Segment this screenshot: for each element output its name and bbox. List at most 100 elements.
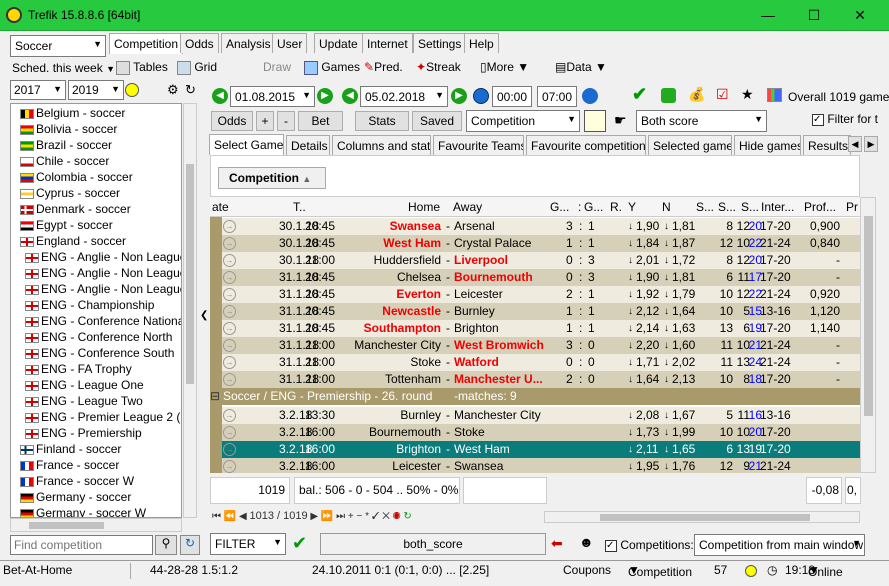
column-header[interactable]: T.. <box>293 200 306 214</box>
subtab-1[interactable]: Details <box>286 135 330 155</box>
stats-button[interactable]: Stats <box>355 111 409 131</box>
sched-select[interactable]: Sched. this week ▼ <box>12 61 115 75</box>
nav-add-icon[interactable]: + <box>348 511 354 522</box>
clock2-icon[interactable] <box>582 88 598 104</box>
tree-scrollbar[interactable] <box>183 103 197 518</box>
table-row[interactable]: → 3.2.18 13:30 Burnley - Manchester City ↓ 2,08… <box>222 407 860 424</box>
subtab-3[interactable]: Favourite Teams <box>433 135 524 155</box>
ball-icon[interactable] <box>125 83 139 97</box>
table-row[interactable]: → 31.1.18 21:00 Tottenham - Manchester U... 2:… <box>222 371 860 388</box>
table-icon[interactable] <box>584 110 606 132</box>
tree-item[interactable]: Chile - soccer <box>20 153 109 169</box>
bag-icon[interactable]: 💰 <box>688 86 705 103</box>
table-row[interactable]: → 3.2.18 16:00 Brighton - West Ham ↓ 2,11 ↓ 1,65 6… <box>222 441 860 458</box>
table-row[interactable]: → 31.1.18 20:45 Southampton - Brighton 1:1 ↓ 2,1… <box>222 320 860 337</box>
user-icon[interactable]: ☻ <box>579 534 594 550</box>
table-row[interactable]: → 31.1.18 20:45 Everton - Leicester 2:1 ↓ 1,92 ↓ 1… <box>222 286 860 303</box>
saved-button[interactable]: Saved <box>412 111 462 131</box>
subtab-0[interactable]: Select Games <box>209 134 284 155</box>
table-row[interactable]: → 31.1.18 21:00 Manchester City - West Bromwi… <box>222 337 860 354</box>
date-from-next-icon[interactable]: ▶ <box>317 88 333 104</box>
confirm-icon[interactable]: ✔ <box>632 84 647 105</box>
filter-checkbox[interactable]: ✓ Filter for t <box>812 112 878 126</box>
streak-button[interactable]: ✦Streak <box>416 59 461 75</box>
filter-apply-icon[interactable]: ✔ <box>292 533 307 554</box>
table-row[interactable]: → 30.1.18 21:00 Huddersfield - Liverpool 0:3 ↓ 2… <box>222 252 860 269</box>
tree-item[interactable]: Belgium - soccer <box>20 105 125 121</box>
column-header[interactable]: N <box>662 200 671 214</box>
bet-button[interactable]: Bet <box>298 111 343 131</box>
tree-item[interactable]: Colombia - soccer <box>20 169 133 185</box>
tree-item[interactable]: Denmark - soccer <box>20 201 131 217</box>
column-header[interactable]: G... <box>550 200 569 214</box>
plus-button[interactable]: + <box>256 111 274 131</box>
competition-source-select[interactable]: Competition from main window ▼ <box>694 534 865 556</box>
nav-first-icon[interactable]: ⏮ <box>212 511 221 522</box>
close-button[interactable]: ✕ <box>837 0 883 30</box>
column-header[interactable]: Y <box>628 200 636 214</box>
nav-reload-icon[interactable]: ↻ <box>403 511 411 522</box>
competitions-checkbox[interactable]: ✓ Competitions: <box>605 538 694 552</box>
nav-prev-icon[interactable]: ◀ <box>239 511 247 522</box>
tree-item[interactable]: ENG - FA Trophy <box>25 361 132 377</box>
column-header[interactable]: S... <box>696 200 714 214</box>
table-row[interactable]: → 31.1.18 20:45 Chelsea - Bournemouth 0:3 ↓ 1,90… <box>222 269 860 286</box>
tree-item[interactable]: France - soccer <box>20 457 119 473</box>
table-row[interactable]: → 31.1.18 20:45 Newcastle - Burnley 1:1 ↓ 2,12 ↓ 1… <box>222 303 860 320</box>
tree-item[interactable]: ENG - Conference North <box>25 329 172 345</box>
data-button[interactable]: ▤Data ▼ <box>555 59 607 75</box>
competition-select[interactable]: Competition ▼ <box>466 110 580 132</box>
tree-item[interactable]: France - soccer W <box>20 473 134 489</box>
date-from-input[interactable]: 01.08.2015 ▼ <box>230 86 315 107</box>
table-row[interactable]: → 3.2.18 16:00 Leicester - Swansea ↓ 1,95 ↓ 1,76 1… <box>222 458 860 473</box>
tree-item[interactable]: ENG - Premier League 2 (Div <box>25 409 181 425</box>
group-row[interactable]: ⊟ Soccer / ENG - Premiership - 26. round -… <box>210 388 860 405</box>
tabs-right-icon[interactable]: ▶ <box>864 136 878 152</box>
subtab-6[interactable]: Hide games <box>734 135 801 155</box>
grid-button[interactable]: Grid <box>177 59 217 75</box>
column-header[interactable]: R. <box>610 200 622 214</box>
nav-refresh-icon[interactable]: ◉ <box>393 511 401 522</box>
reset-icon[interactable]: ↻ <box>180 535 200 555</box>
refresh-icon[interactable]: ↻ <box>185 82 196 98</box>
tree-item[interactable]: ENG - Anglie - Non League P <box>25 265 181 281</box>
column-header[interactable]: G... <box>584 200 603 214</box>
date-to-input[interactable]: 05.02.2018 ▼ <box>360 86 448 107</box>
tree-item[interactable]: Finland - soccer <box>20 441 121 457</box>
minimize-button[interactable]: — <box>745 0 791 30</box>
date-from-prev-icon[interactable]: ◀ <box>212 88 228 104</box>
tables-button[interactable]: Tables <box>116 59 168 75</box>
pred-button[interactable]: ✎Pred. <box>364 59 403 75</box>
nav-next-icon[interactable]: ▶ <box>310 511 318 522</box>
table-row[interactable]: → 31.1.18 21:00 Stoke - Watford 0:0 ↓ 1,71 ↓ 2,02 1… <box>222 354 860 371</box>
arrow-left-icon[interactable]: ⬅ <box>551 535 563 552</box>
nav-cancel-icon[interactable]: ✕ <box>382 511 390 522</box>
column-header[interactable]: Away <box>453 200 482 214</box>
group-competition-button[interactable]: Competition ▲ <box>218 167 326 189</box>
tree-item[interactable]: Brazil - soccer <box>20 137 112 153</box>
filter-value[interactable]: both_score <box>320 533 546 555</box>
column-header[interactable]: Prof... <box>804 200 836 214</box>
tree-item[interactable]: Germany - soccer W <box>20 505 146 517</box>
nav-check-icon[interactable]: ✓ <box>372 511 380 522</box>
table-row[interactable]: → 3.2.18 16:00 Bournemouth - Stoke ↓ 1,73 ↓ 1,99 1… <box>222 424 860 441</box>
nav-delete-icon[interactable]: − <box>357 511 363 522</box>
minus-button[interactable]: - <box>277 111 295 131</box>
tree-item[interactable]: ENG - Premiership <box>25 425 142 441</box>
date-to-next-icon[interactable]: ▶ <box>451 88 467 104</box>
column-header[interactable]: Pr <box>846 200 858 214</box>
draw-button[interactable]: Draw <box>263 59 291 75</box>
games-button[interactable]: Games <box>304 59 360 75</box>
tree-hscrollbar[interactable] <box>10 518 182 532</box>
tree-item[interactable]: Bolivia - soccer <box>20 121 117 137</box>
subtab-4[interactable]: Favourite competitions <box>526 135 646 155</box>
tree-item[interactable]: ENG - League One <box>25 377 144 393</box>
more-button[interactable]: ▯More ▼ <box>480 59 529 75</box>
tree-item[interactable]: Cyprus - soccer <box>20 185 120 201</box>
maximize-button[interactable]: ☐ <box>791 0 837 30</box>
tab-internet[interactable]: Internet <box>362 33 413 53</box>
tabs-left-icon[interactable]: ◀ <box>848 136 862 152</box>
table-row[interactable]: → 30.1.18 20:45 Swansea - Arsenal 3:1 ↓ 1,90 ↓ 1,8… <box>222 218 860 235</box>
column-header[interactable]: : <box>578 200 581 214</box>
grid-scrollbar[interactable] <box>860 197 876 473</box>
